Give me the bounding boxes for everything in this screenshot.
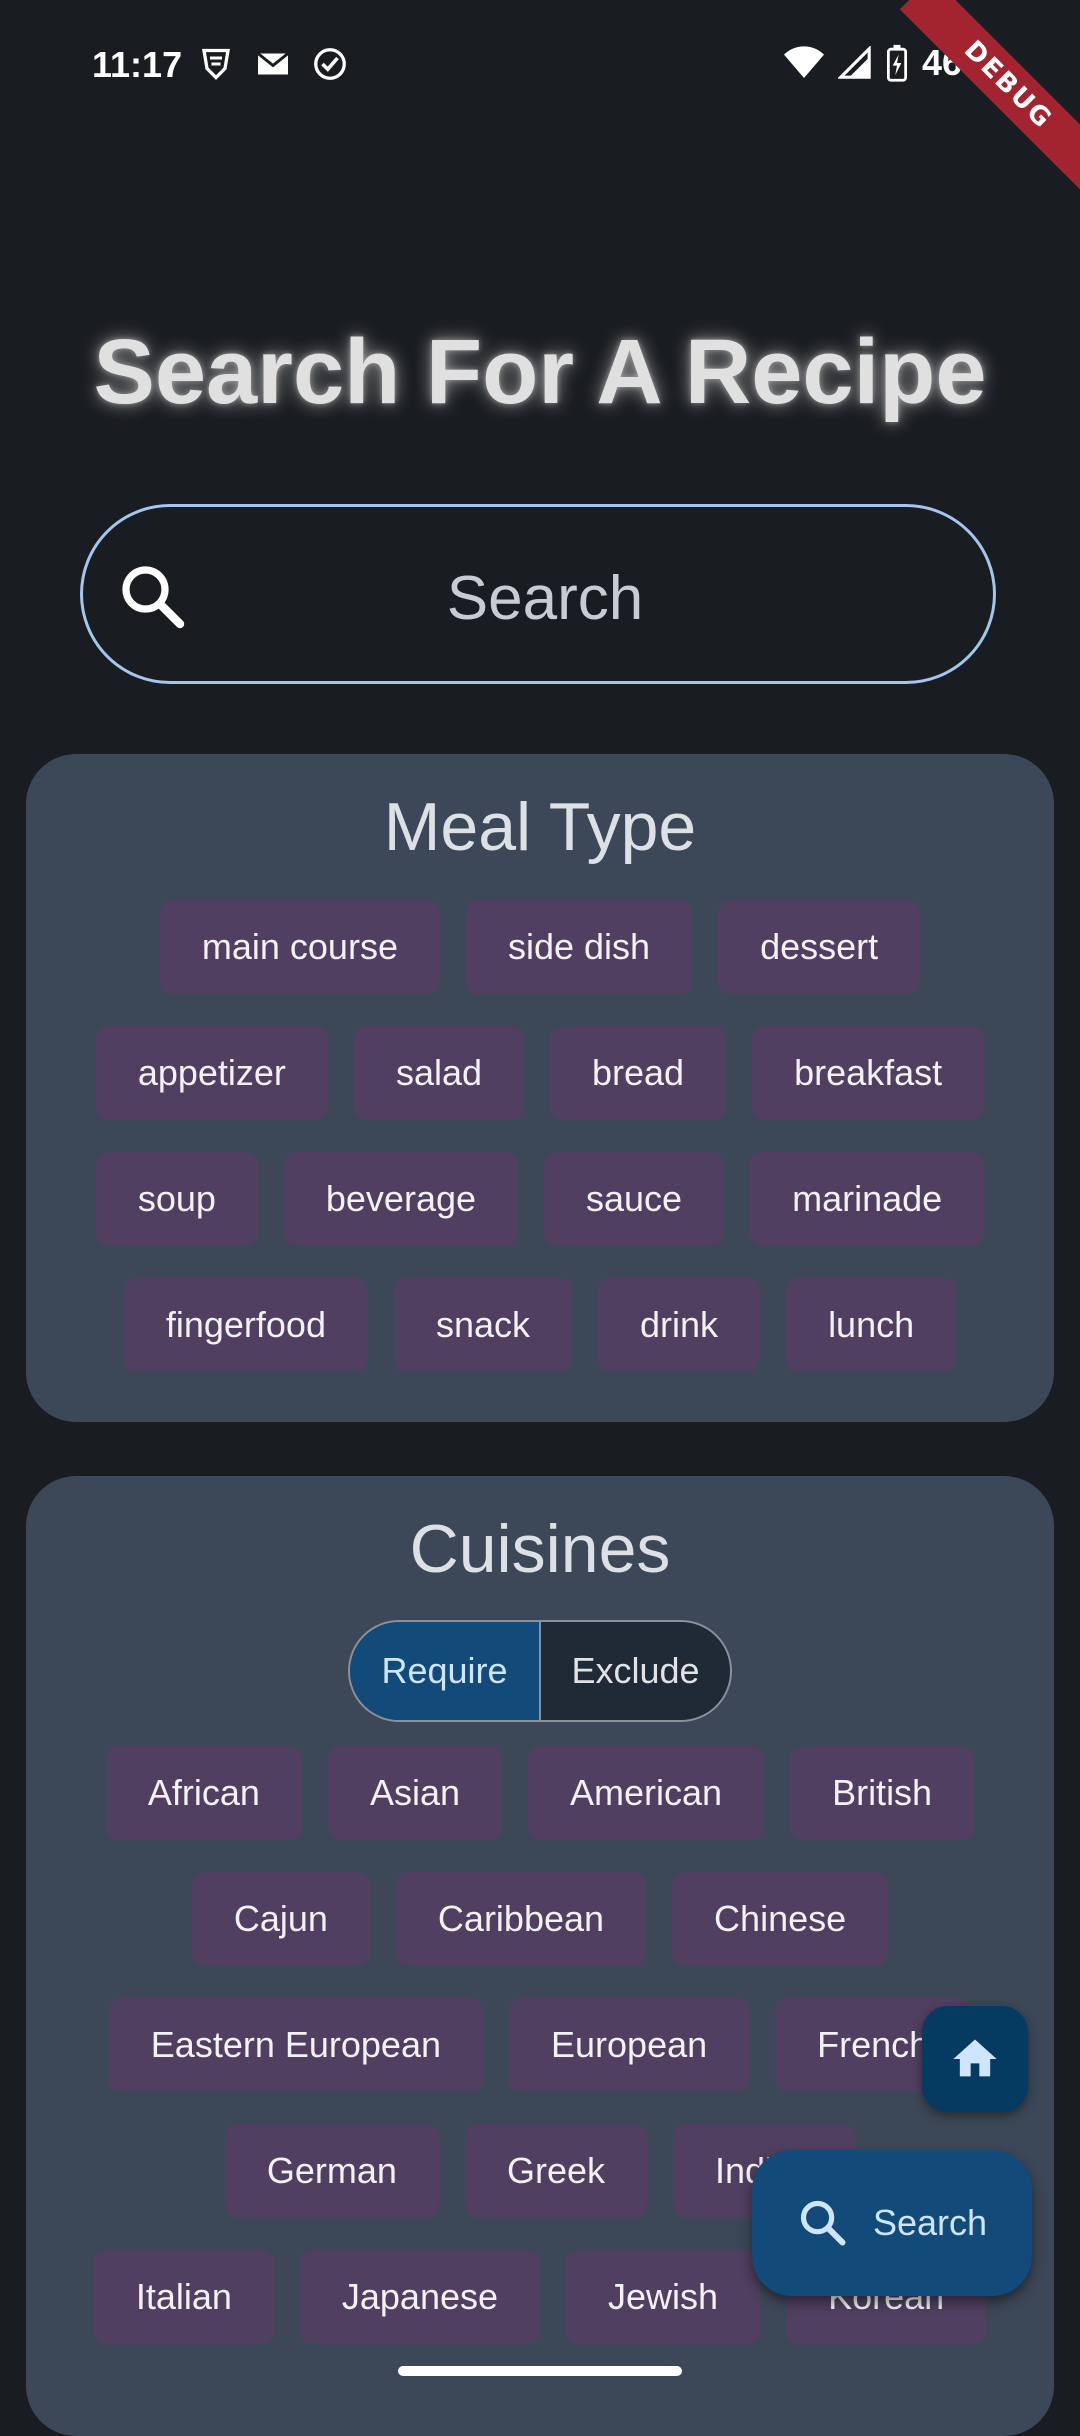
chip-row: Cajun Caribbean Chinese [26,1872,1054,1966]
chip-caribbean[interactable]: Caribbean [395,1872,647,1966]
chip-soup[interactable]: soup [95,1152,258,1246]
signal-icon [837,46,871,79]
chip-european[interactable]: European [509,1998,750,2092]
chip-african[interactable]: African [105,1746,302,1840]
status-time: 11:17 [92,44,183,85]
chip-row: African Asian American British [26,1746,1054,1840]
chip-row: fingerfood snack drink lunch [26,1278,1054,1372]
page-title: Search For A Recipe [93,321,987,423]
chip-drink[interactable]: drink [598,1278,761,1372]
chip-fingerfood[interactable]: fingerfood [123,1278,368,1372]
notification-icons [198,46,348,82]
chip-bread[interactable]: bread [550,1026,727,1120]
chip-japanese[interactable]: Japanese [299,2250,541,2344]
chip-marinade[interactable]: marinade [750,1152,985,1246]
chip-breakfast[interactable]: breakfast [752,1026,985,1120]
chip-american[interactable]: American [528,1746,765,1840]
chip-beverage[interactable]: beverage [283,1152,519,1246]
search-icon [800,2200,846,2246]
search-bar[interactable] [80,504,996,684]
require-segment[interactable]: Require [350,1622,539,1720]
chip-sauce[interactable]: sauce [544,1152,725,1246]
search-button-label: Search [872,2202,988,2243]
chip-italian[interactable]: Italian [93,2250,274,2344]
wifi-icon [783,46,824,78]
chip-snack[interactable]: snack [393,1278,573,1372]
shield-icon [202,48,230,80]
meal-type-title: Meal Type [383,789,697,865]
chip-row: appetizer salad bread breakfast [26,1026,1054,1120]
chip-jewish[interactable]: Jewish [566,2250,761,2344]
chip-chinese[interactable]: Chinese [672,1872,889,1966]
chip-asian[interactable]: Asian [327,1746,502,1840]
home-icon [953,2039,997,2077]
search-icon [122,566,185,629]
chip-salad[interactable]: salad [353,1026,524,1120]
chip-greek[interactable]: Greek [464,2124,647,2218]
chip-row: soup beverage sauce marinade [26,1152,1054,1246]
check-circle-icon [314,48,346,80]
chip-german[interactable]: German [224,2124,439,2218]
chip-dessert[interactable]: dessert [718,900,921,994]
search-button[interactable]: Search [752,2150,1032,2296]
gesture-home-indicator[interactable] [398,2366,682,2376]
meal-type-chips: main course side dish dessert appetizer … [26,900,1054,1372]
chip-eastern-european[interactable]: Eastern European [108,1998,483,2092]
chip-appetizer[interactable]: appetizer [95,1026,328,1120]
search-input[interactable] [203,547,887,649]
battery-charging-icon [886,44,907,82]
exclude-segment[interactable]: Exclude [539,1622,730,1720]
require-exclude-toggle: Require Exclude [348,1620,732,1722]
home-button[interactable] [922,2006,1028,2112]
chip-side-dish[interactable]: side dish [465,900,693,994]
chip-cajun[interactable]: Cajun [191,1872,370,1966]
chip-row: main course side dish dessert [26,900,1054,994]
cuisines-title: Cuisines [409,1511,671,1587]
chip-row: Eastern European European French [26,1998,1054,2092]
meal-type-card: Meal Type main course side dish dessert … [26,754,1054,1422]
mail-icon [257,52,289,75]
chip-main-course[interactable]: main course [159,900,440,994]
chip-british[interactable]: British [790,1746,975,1840]
chip-lunch[interactable]: lunch [786,1278,957,1372]
